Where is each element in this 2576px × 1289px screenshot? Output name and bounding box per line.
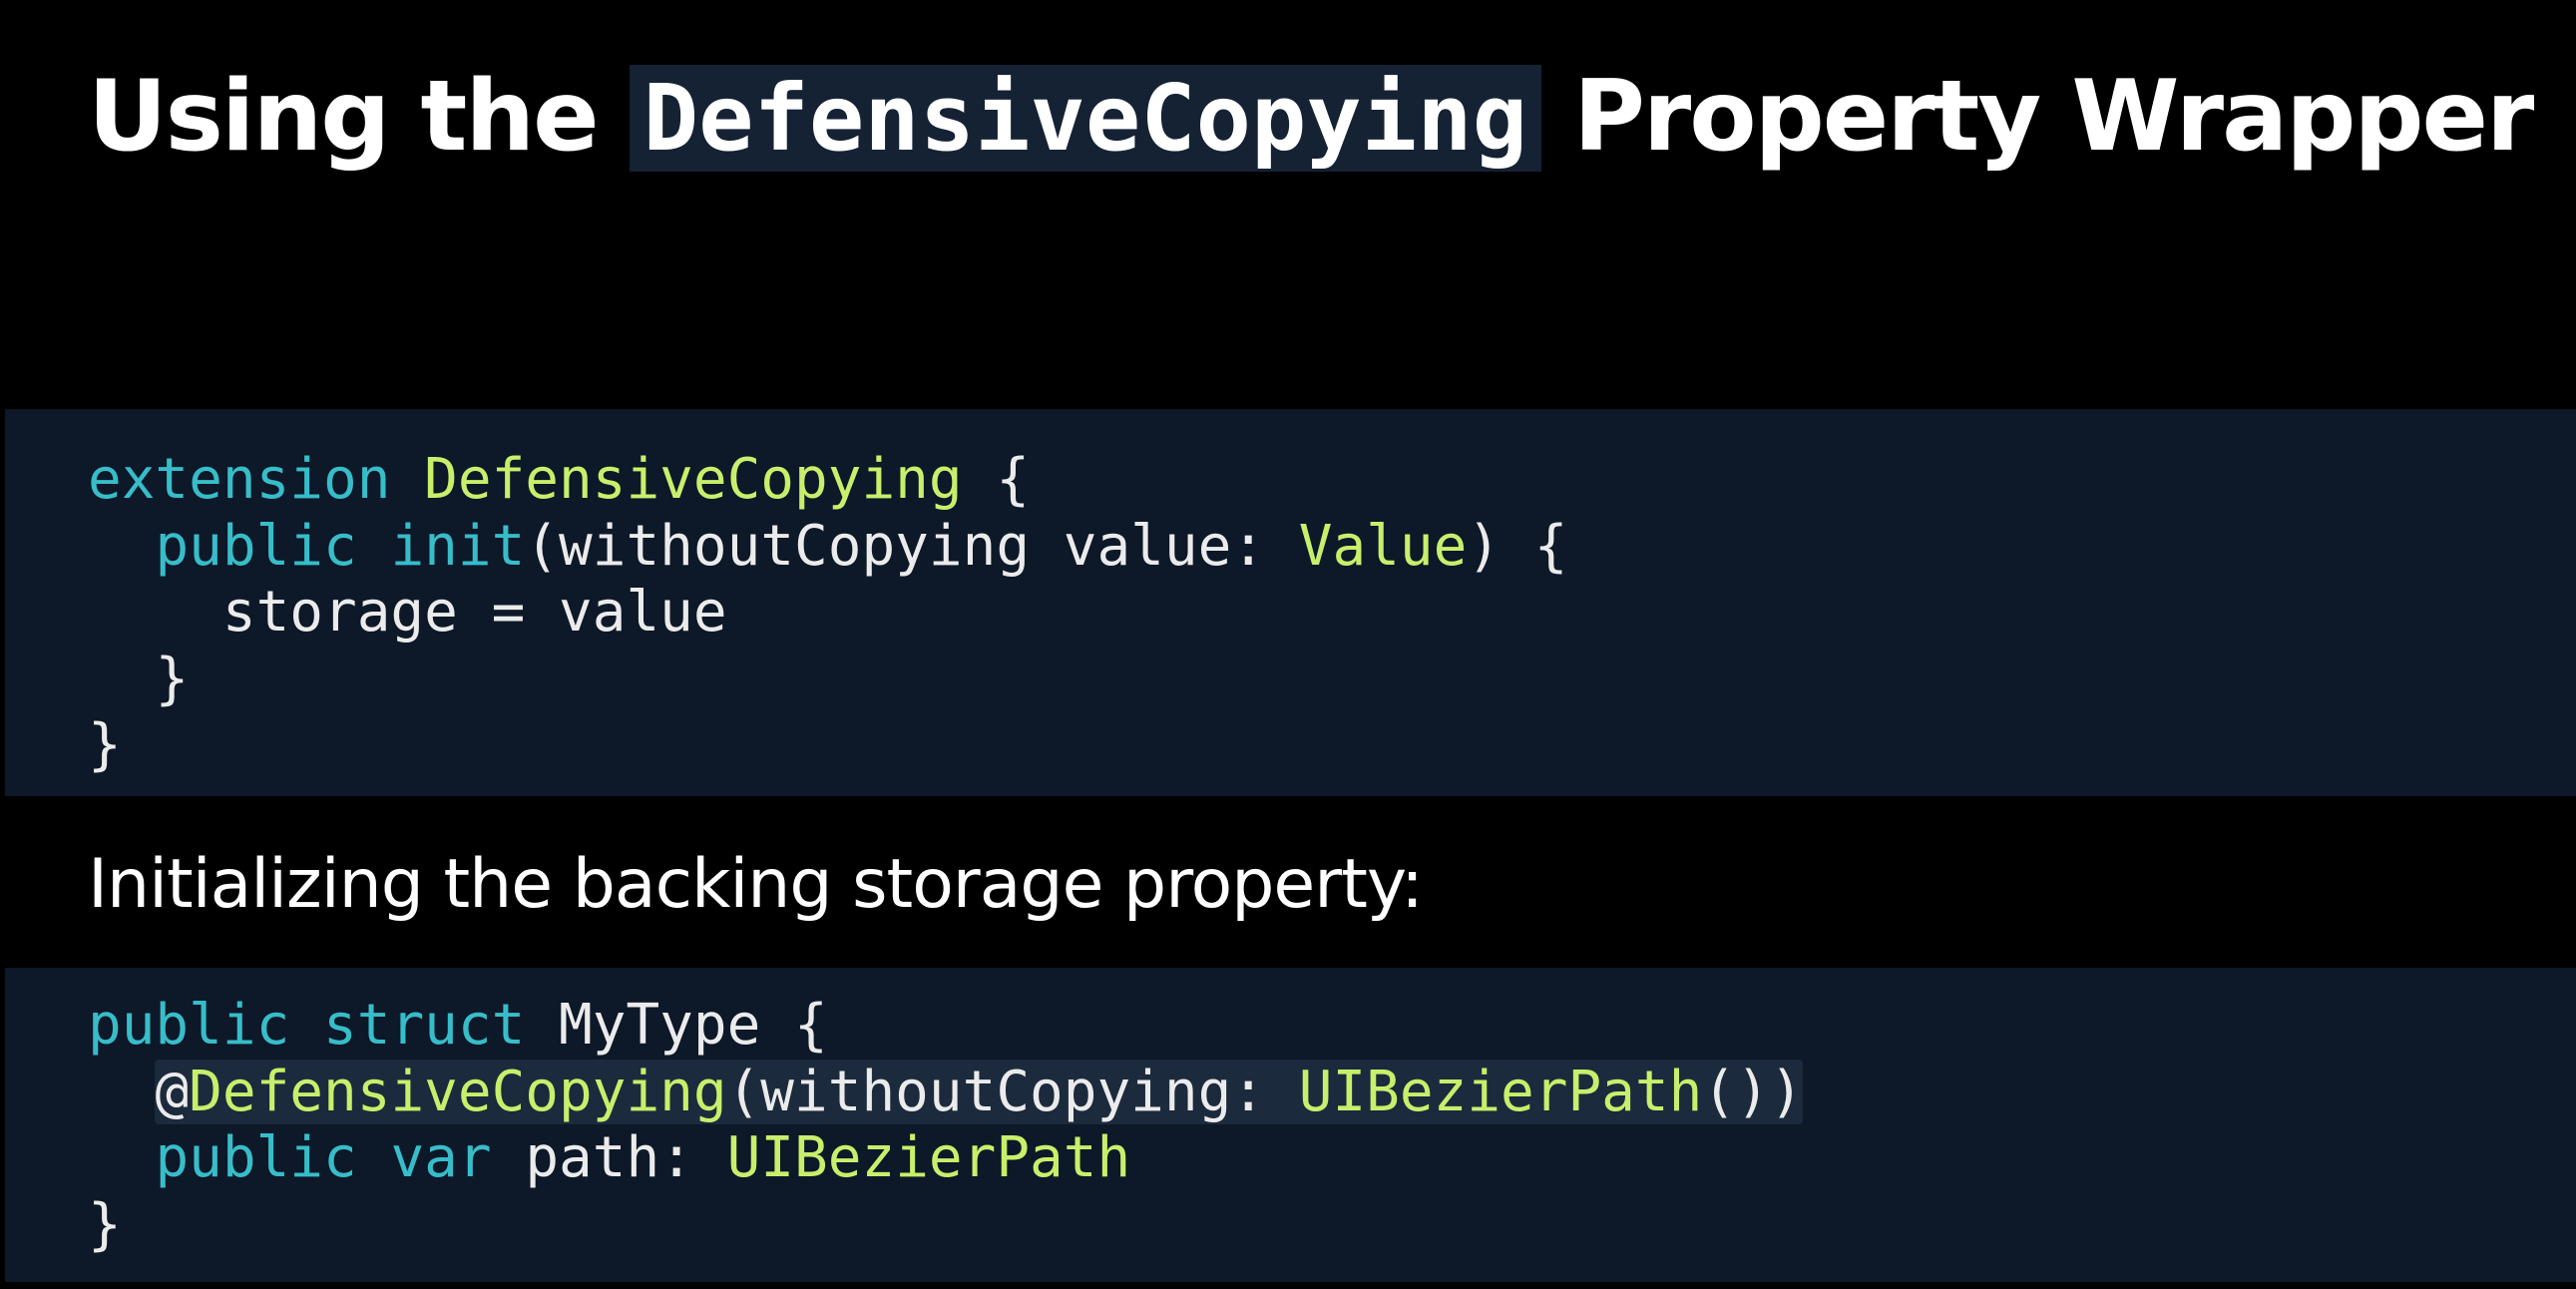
highlighted-attribute: @DefensiveCopying(withoutCopying: UIBezi…: [155, 1059, 1804, 1124]
type-name: DefensiveCopying: [424, 447, 963, 512]
code-text: }: [88, 712, 122, 777]
code-text: path:: [525, 1125, 693, 1190]
code-text: (withoutCopying:: [726, 1059, 1266, 1124]
keyword: extension: [88, 447, 391, 512]
code-text: storage = value: [221, 580, 727, 644]
code-text: MyType {: [559, 993, 828, 1058]
code-line: public var path: UIBezierPath: [88, 1125, 1130, 1190]
code-line: }: [88, 1192, 122, 1257]
keyword: var: [390, 1125, 492, 1190]
code-line: public struct MyType {: [88, 993, 828, 1058]
keyword: init: [390, 513, 526, 579]
code-text: ) {: [1467, 513, 1568, 579]
code-text: @: [155, 1059, 190, 1124]
title-suffix: Property Wrapper: [1573, 60, 2534, 174]
code-block-struct: public struct MyType { @DefensiveCopying…: [88, 993, 1804, 1258]
section-subtitle: Initializing the backing storage propert…: [88, 845, 1424, 924]
keyword: struct: [323, 993, 526, 1058]
keyword: public: [155, 513, 357, 579]
keyword: public: [155, 1125, 357, 1190]
title-prefix: Using the: [88, 60, 600, 174]
code-line: extension DefensiveCopying {: [88, 447, 1030, 512]
code-text: (withoutCopying value:: [525, 513, 1266, 579]
slide-title: Using the DefensiveCopying Property Wrap…: [88, 52, 2534, 184]
keyword: public: [88, 993, 290, 1058]
code-text: }: [155, 645, 190, 711]
code-line: @DefensiveCopying(withoutCopying: UIBezi…: [88, 1059, 1804, 1124]
code-text: {: [996, 447, 1031, 512]
title-code-token: DefensiveCopying: [629, 65, 1541, 172]
code-text: ()): [1702, 1059, 1804, 1124]
code-line: storage = value: [88, 580, 727, 644]
type-name: UIBezierPath: [1298, 1059, 1703, 1124]
code-block-extension: extension DefensiveCopying { public init…: [88, 447, 1568, 779]
code-text: }: [88, 1191, 122, 1257]
code-line: public init(withoutCopying value: Value)…: [88, 513, 1568, 579]
code-line: }: [88, 712, 122, 777]
type-name: Value: [1298, 513, 1468, 579]
code-line: }: [88, 646, 189, 711]
type-name: DefensiveCopying: [189, 1059, 727, 1124]
type-name: UIBezierPath: [726, 1125, 1131, 1190]
